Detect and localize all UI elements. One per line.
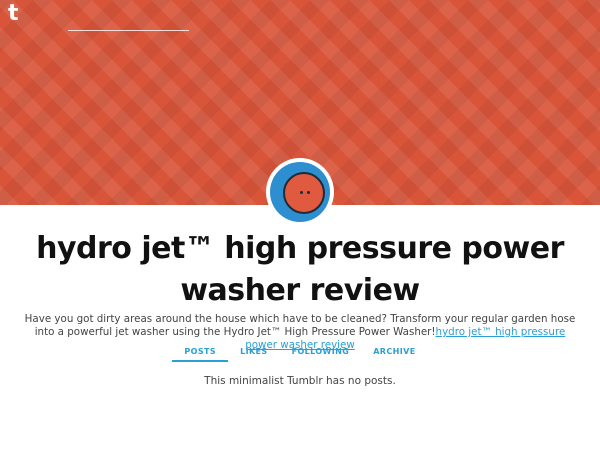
nav-posts[interactable]: POSTS (172, 346, 229, 362)
blog-nav: POSTS LIKES FOLLOWING ARCHIVE (0, 346, 600, 362)
nav-archive[interactable]: ARCHIVE (361, 346, 427, 360)
avatar-image (270, 162, 330, 222)
tumblr-logo-icon[interactable]: t (8, 3, 28, 27)
nav-following[interactable]: FOLLOWING (280, 346, 362, 360)
empty-posts-message: This minimalist Tumblr has no posts. (204, 375, 396, 387)
avatar[interactable] (266, 158, 334, 226)
blog-title-line2: washer review (180, 273, 420, 308)
avatar-eye-right (307, 191, 310, 194)
blog-title-line1: hydro jet™ high pressure power (36, 231, 564, 266)
search-underline[interactable] (68, 30, 189, 31)
avatar-face-icon (283, 172, 325, 214)
avatar-eye-left (300, 191, 303, 194)
blog-title[interactable]: hydro jet™ high pressure power washer re… (30, 228, 570, 312)
nav-likes[interactable]: LIKES (228, 346, 280, 360)
